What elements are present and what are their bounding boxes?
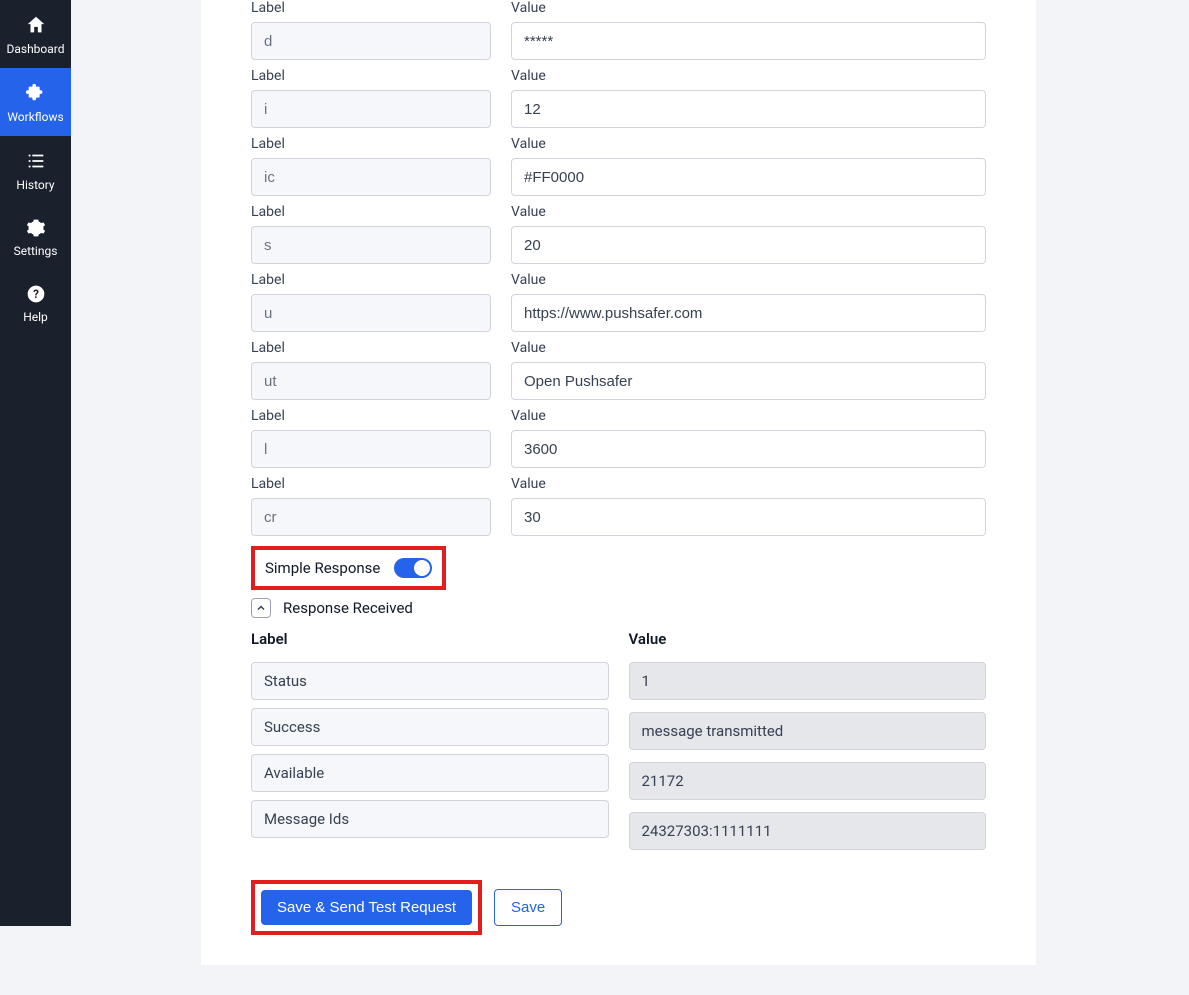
param-value-input[interactable]	[511, 294, 986, 332]
form-pair-row: Label Value	[251, 136, 986, 196]
sidebar-item-label: Settings	[14, 244, 58, 258]
param-label-input[interactable]	[251, 226, 491, 264]
response-label-field[interactable]	[251, 708, 609, 746]
param-value-input[interactable]	[511, 90, 986, 128]
form-pair-row: Label Value	[251, 204, 986, 264]
response-value-field[interactable]	[629, 712, 987, 750]
sidebar-item-settings[interactable]: Settings	[0, 204, 71, 270]
form-pair-row: Label Value	[251, 0, 986, 60]
param-value-input[interactable]	[511, 226, 986, 264]
param-label-input[interactable]	[251, 498, 491, 536]
form-pair-row: Label Value	[251, 272, 986, 332]
form-card: Label Value Label Value Label Value Label Value…	[201, 0, 1036, 965]
value-heading: Value	[511, 204, 986, 220]
sidebar-item-dashboard[interactable]: Dashboard	[0, 0, 71, 68]
param-value-input[interactable]	[511, 22, 986, 60]
response-label-field[interactable]	[251, 800, 609, 838]
label-heading: Label	[251, 136, 491, 152]
help-icon: ?	[26, 284, 46, 304]
value-heading: Value	[511, 340, 986, 356]
label-heading: Label	[251, 0, 491, 16]
param-value-input[interactable]	[511, 498, 986, 536]
toggle-knob	[414, 560, 430, 576]
param-label-input[interactable]	[251, 158, 491, 196]
sidebar: Dashboard Workflows History Settings ? H…	[0, 0, 71, 926]
main-content: Label Value Label Value Label Value Label Value…	[71, 0, 1189, 995]
sidebar-item-workflows[interactable]: Workflows	[0, 68, 71, 136]
label-heading: Label	[251, 340, 491, 356]
response-value-heading: Value	[629, 630, 987, 648]
response-section-title: Response Received	[283, 599, 413, 617]
param-label-input[interactable]	[251, 90, 491, 128]
param-value-input[interactable]	[511, 430, 986, 468]
param-value-input[interactable]	[511, 362, 986, 400]
sidebar-item-label: Dashboard	[6, 42, 64, 56]
sidebar-item-label: Workflows	[7, 110, 63, 124]
response-value-field[interactable]	[629, 762, 987, 800]
simple-response-label: Simple Response	[265, 559, 380, 577]
gear-icon	[26, 218, 46, 238]
value-heading: Value	[511, 272, 986, 288]
label-heading: Label	[251, 204, 491, 220]
sidebar-item-label: Help	[23, 310, 48, 324]
value-heading: Value	[511, 408, 986, 424]
value-heading: Value	[511, 0, 986, 16]
label-heading: Label	[251, 68, 491, 84]
response-label-field[interactable]	[251, 662, 609, 700]
form-pair-row: Label Value	[251, 476, 986, 536]
highlight-box: Save & Send Test Request	[251, 880, 482, 935]
list-icon	[25, 150, 47, 172]
sidebar-item-help[interactable]: ? Help	[0, 270, 71, 336]
response-label-field[interactable]	[251, 754, 609, 792]
save-send-test-button[interactable]: Save & Send Test Request	[261, 890, 472, 925]
label-heading: Label	[251, 272, 491, 288]
collapse-button[interactable]	[251, 598, 271, 618]
footer-buttons: Save & Send Test Request Save	[251, 880, 986, 935]
param-label-input[interactable]	[251, 294, 491, 332]
response-label-heading: Label	[251, 630, 609, 648]
puzzle-icon	[25, 82, 47, 104]
form-pair-row: Label Value	[251, 68, 986, 128]
response-headings: Label Value	[251, 630, 986, 862]
param-value-input[interactable]	[511, 158, 986, 196]
label-heading: Label	[251, 476, 491, 492]
simple-response-toggle[interactable]	[394, 558, 432, 578]
value-heading: Value	[511, 68, 986, 84]
response-section-header: Response Received	[251, 598, 986, 618]
param-label-input[interactable]	[251, 22, 491, 60]
sidebar-item-label: History	[16, 178, 54, 192]
label-heading: Label	[251, 408, 491, 424]
form-pair-row: Label Value	[251, 340, 986, 400]
response-value-field[interactable]	[629, 662, 987, 700]
param-label-input[interactable]	[251, 362, 491, 400]
chevron-up-icon	[255, 599, 267, 618]
param-label-input[interactable]	[251, 430, 491, 468]
value-heading: Value	[511, 136, 986, 152]
sidebar-item-history[interactable]: History	[0, 136, 71, 204]
svg-text:?: ?	[33, 287, 39, 301]
save-button[interactable]: Save	[494, 889, 562, 926]
response-value-field[interactable]	[629, 812, 987, 850]
home-icon	[25, 14, 47, 36]
value-heading: Value	[511, 476, 986, 492]
simple-response-row: Simple Response	[251, 546, 446, 590]
form-pair-row: Label Value	[251, 408, 986, 468]
